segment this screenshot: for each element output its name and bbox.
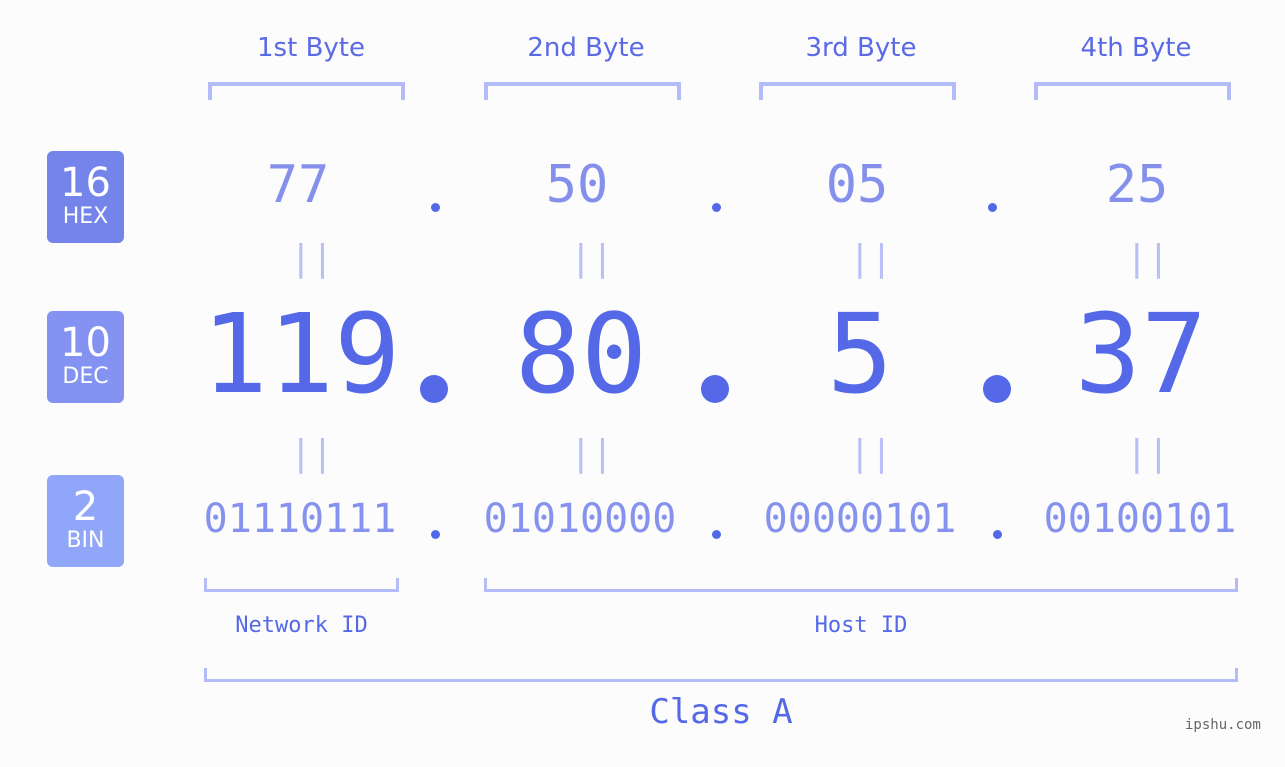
byte-header-3: 3rd Byte [805, 33, 917, 63]
bin-badge-number: 2 [72, 484, 99, 530]
hex-separator-1 [431, 203, 440, 212]
dec-value-3: 5 [826, 290, 894, 418]
dec-separator-1 [420, 375, 448, 403]
dec-separator-2 [701, 375, 729, 403]
host-id-label: Host ID [814, 613, 908, 638]
bin-value-2: 01010000 [483, 496, 677, 542]
equals-icon: || [570, 238, 614, 279]
host-id-bracket [484, 578, 1238, 592]
equals-icon: || [849, 433, 893, 474]
hex-value-2: 50 [545, 155, 609, 215]
class-bracket [204, 668, 1238, 682]
hex-separator-3 [988, 203, 997, 212]
hex-badge-number: 16 [60, 160, 111, 206]
dec-badge: 10 DEC [47, 311, 124, 403]
bin-value-4: 00100101 [1043, 496, 1237, 542]
byte-header-1: 1st Byte [257, 33, 365, 63]
byte-bracket-4 [1034, 82, 1231, 100]
byte-bracket-2 [484, 82, 681, 100]
byte-bracket-3 [759, 82, 956, 100]
bin-value-1: 01110111 [203, 496, 397, 542]
bin-separator-2 [712, 530, 721, 539]
dec-separator-3 [983, 375, 1011, 403]
network-id-bracket [204, 578, 399, 592]
hex-separator-2 [712, 203, 721, 212]
hex-value-4: 25 [1105, 155, 1169, 215]
watermark: ipshu.com [1185, 717, 1261, 733]
hex-value-3: 05 [825, 155, 889, 215]
bin-badge: 2 BIN [47, 475, 124, 567]
bin-separator-1 [431, 530, 440, 539]
byte-header-2: 2nd Byte [527, 33, 645, 63]
dec-value-1: 119 [201, 290, 401, 418]
equals-icon: || [849, 238, 893, 279]
hex-value-1: 77 [266, 155, 330, 215]
class-label: Class A [649, 692, 793, 732]
dec-value-4: 37 [1074, 290, 1208, 418]
hex-badge: 16 HEX [47, 151, 124, 243]
dec-value-2: 80 [514, 290, 648, 418]
equals-icon: || [1126, 433, 1170, 474]
dec-badge-name: DEC [62, 364, 109, 389]
byte-bracket-1 [208, 82, 405, 100]
hex-badge-name: HEX [62, 204, 109, 229]
equals-icon: || [1126, 238, 1170, 279]
bin-value-3: 00000101 [763, 496, 957, 542]
equals-icon: || [290, 238, 334, 279]
equals-icon: || [290, 433, 334, 474]
byte-header-4: 4th Byte [1080, 33, 1192, 63]
dec-badge-number: 10 [60, 320, 111, 366]
network-id-label: Network ID [235, 613, 368, 638]
bin-separator-3 [993, 530, 1002, 539]
equals-icon: || [570, 433, 614, 474]
bin-badge-name: BIN [66, 528, 105, 553]
